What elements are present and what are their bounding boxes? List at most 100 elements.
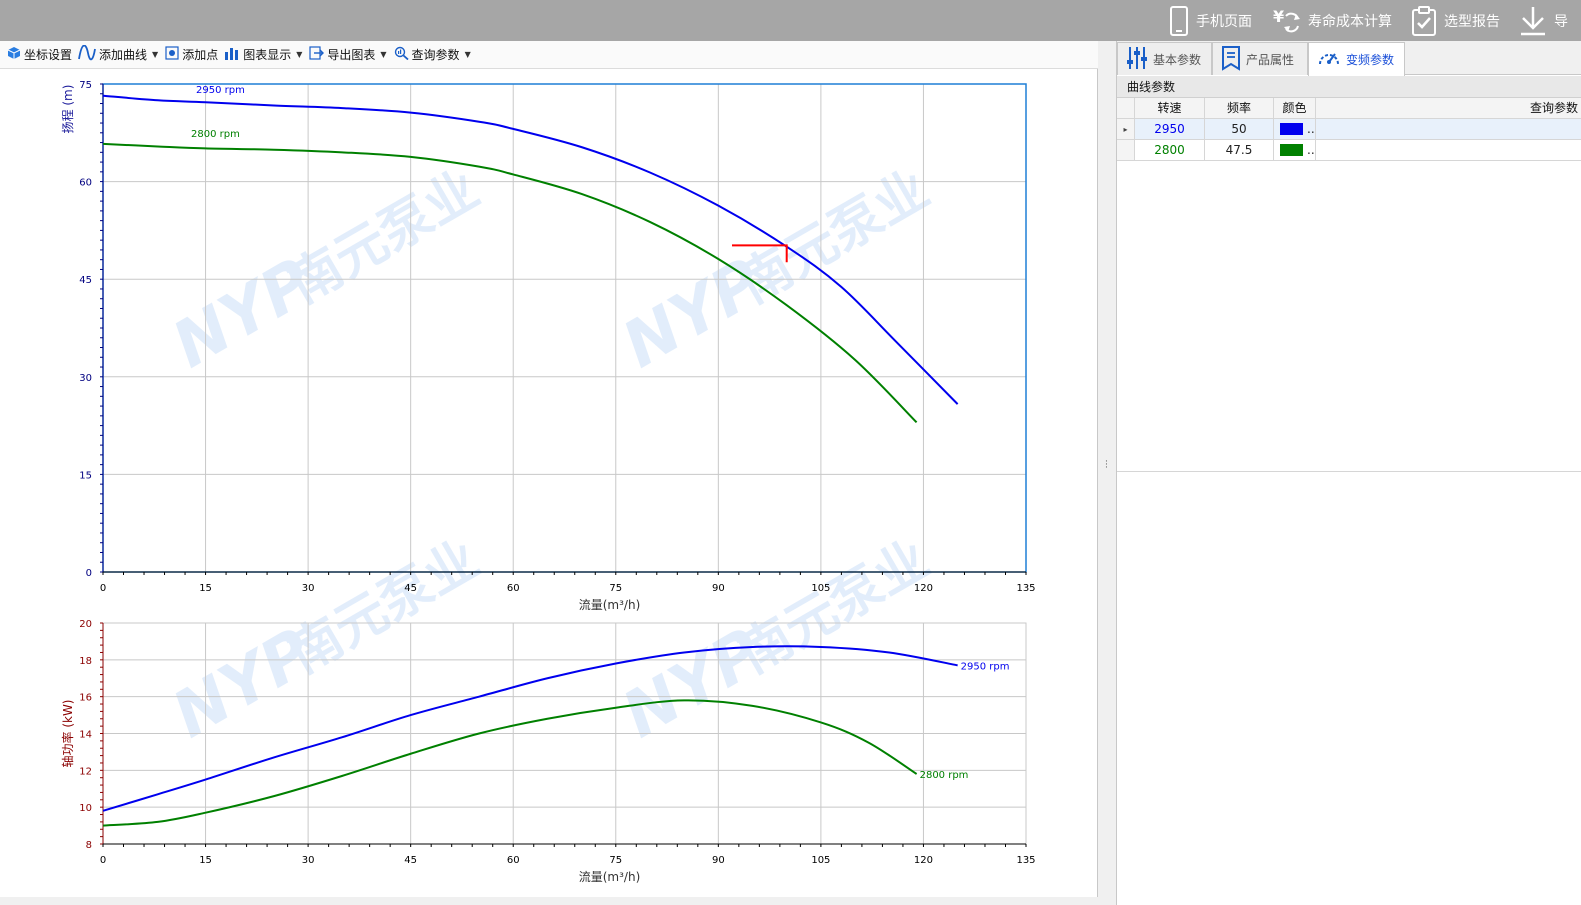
y-tick-label: 15 xyxy=(79,470,92,481)
row-indicator xyxy=(1117,140,1135,161)
series-label: 2950 rpm xyxy=(196,85,245,96)
target-point-icon xyxy=(165,46,179,63)
sliders-icon xyxy=(1126,45,1148,74)
x-tick-label: 15 xyxy=(199,855,212,866)
curve-params-header: 曲线参数 xyxy=(1117,76,1581,98)
x-tick-label: 45 xyxy=(404,855,417,866)
cube-icon xyxy=(7,46,21,63)
x-tick-label: 60 xyxy=(507,583,520,594)
y-tick-label: 75 xyxy=(79,80,92,91)
series-label: 2800 rpm xyxy=(191,129,240,140)
series-label: 2950 rpm xyxy=(961,661,1010,672)
tab-basic-params-label: 基本参数 xyxy=(1153,52,1202,67)
tab-product-attrs-label: 产品属性 xyxy=(1246,52,1295,67)
table-row[interactable]: ▸ 2950 50.. xyxy=(1117,119,1581,140)
add-curve-dropdown-icon[interactable]: ▼ xyxy=(152,50,158,59)
selection-report-label: 选型报告 xyxy=(1444,13,1500,30)
x-tick-label: 75 xyxy=(609,583,622,594)
column-header: 频率 xyxy=(1205,98,1274,119)
watermark: NYP南元泵业 xyxy=(611,529,939,753)
selection-report-button[interactable]: 选型报告 xyxy=(1410,0,1500,41)
speed-gauge-icon xyxy=(1317,46,1341,73)
query-params-dropdown-icon[interactable]: ▼ xyxy=(465,50,471,59)
panel-divider xyxy=(1117,471,1581,472)
color-cell[interactable]: .. xyxy=(1274,119,1316,140)
clipboard-check-icon xyxy=(1410,5,1438,36)
column-header: 转速 xyxy=(1135,98,1205,119)
query-params-label: 查询参数 xyxy=(411,48,460,62)
axis-settings-button[interactable]: 坐标设置 xyxy=(4,44,75,66)
tab-vfd-params-label: 变频参数 xyxy=(1346,53,1395,67)
x-tick-label: 15 xyxy=(199,583,212,594)
add-curve-button[interactable]: 添加曲线 xyxy=(75,44,150,66)
mobile-page-label: 手机页面 xyxy=(1196,13,1252,30)
query-cell xyxy=(1316,140,1581,161)
bar-chart-icon xyxy=(224,46,240,63)
watermark-company: 南元泵业 xyxy=(729,529,939,685)
add-point-button[interactable]: 添加点 xyxy=(162,44,221,66)
magnifier-chart-icon xyxy=(394,46,409,63)
bookmark-doc-icon xyxy=(1221,45,1241,74)
y-axis-label: 扬程 (m) xyxy=(60,85,75,134)
tab-strip: 基本参数 产品属性 变频参数 xyxy=(1117,41,1581,76)
export-button[interactable]: 导 xyxy=(1518,0,1568,41)
curve-icon xyxy=(78,44,96,64)
y-tick-label: 8 xyxy=(86,840,92,851)
x-tick-label: 90 xyxy=(712,583,725,594)
y-tick-label: 0 xyxy=(86,568,92,579)
life-cost-label: 寿命成本计算 xyxy=(1308,13,1392,30)
x-tick-label: 90 xyxy=(712,855,725,866)
mobile-page-button[interactable]: 手机页面 xyxy=(1168,0,1252,41)
query-params-button[interactable]: 查询参数 xyxy=(391,44,463,66)
row-header-corner xyxy=(1117,98,1135,119)
color-picker-ellipsis[interactable]: .. xyxy=(1307,119,1315,139)
table-row[interactable]: 2800 47.5.. xyxy=(1117,140,1581,161)
query-cell xyxy=(1316,119,1581,140)
series-label: 2800 rpm xyxy=(920,770,969,781)
tab-vfd-params[interactable]: 变频参数 xyxy=(1308,42,1405,76)
column-header: 颜色 xyxy=(1274,98,1316,119)
column-header: 查询参数 xyxy=(1316,98,1581,119)
export-chart-dropdown-icon[interactable]: ▼ xyxy=(380,50,386,59)
color-picker-ellipsis[interactable]: .. xyxy=(1307,140,1315,160)
chart-panel: NYP 南元泵业 NYP 南元泵业 NYP 南元泵业 NYP 南元泵业 0 15 30 45 60 75 0… xyxy=(0,69,1098,897)
chart-display-dropdown-icon[interactable]: ▼ xyxy=(296,50,302,59)
power-chart: 8 10 12 14 16 18 20 0 15 30 45 60 75 90 105 120 135 流量(m³… xyxy=(60,619,1036,884)
color-swatch[interactable] xyxy=(1280,123,1303,135)
x-tick-label: 30 xyxy=(302,583,315,594)
color-swatch[interactable] xyxy=(1280,144,1303,156)
add-curve-label: 添加曲线 xyxy=(99,48,148,62)
watermark-company: 南元泵业 xyxy=(279,529,489,685)
export-label: 导 xyxy=(1554,13,1568,30)
download-icon xyxy=(1518,5,1548,37)
y-tick-label: 12 xyxy=(79,766,92,777)
yuan-cost-icon: ¥ xyxy=(1272,6,1302,36)
x-tick-label: 0 xyxy=(100,855,106,866)
x-tick-label: 60 xyxy=(507,855,520,866)
chart-display-button[interactable]: 图表显示 xyxy=(221,44,294,66)
watermark: NYP南元泵业 xyxy=(611,159,939,383)
y-tick-label: 45 xyxy=(79,275,92,286)
panel-splitter[interactable]: · · · xyxy=(1098,41,1116,905)
color-cell[interactable]: .. xyxy=(1274,140,1316,161)
watermark: NYP南元泵业 xyxy=(161,159,489,383)
x-axis-label: 流量(m³/h) xyxy=(579,870,641,884)
chart-display-label: 图表显示 xyxy=(243,48,292,62)
x-tick-label: 105 xyxy=(811,855,830,866)
export-arrow-icon xyxy=(309,46,325,63)
tab-basic-params[interactable]: 基本参数 xyxy=(1117,42,1212,75)
export-chart-button[interactable]: 导出图表 xyxy=(306,44,378,66)
tab-product-attrs[interactable]: 产品属性 xyxy=(1212,42,1308,75)
pump-curve-charts: NYP南元泵业 NYP南元泵业 NYP南元泵业 NYP南元泵业 0 15 30 45 60 75 0… xyxy=(60,80,1036,884)
export-chart-label: 导出图表 xyxy=(327,48,376,62)
axis-settings-label: 坐标设置 xyxy=(24,48,73,62)
x-tick-label: 45 xyxy=(404,583,417,594)
add-point-label: 添加点 xyxy=(182,48,219,62)
x-tick-label: 120 xyxy=(914,583,933,594)
svg-text:¥: ¥ xyxy=(1273,7,1284,26)
y-tick-label: 16 xyxy=(79,693,92,704)
speed-cell: 2800 xyxy=(1135,140,1205,161)
life-cost-button[interactable]: ¥ 寿命成本计算 xyxy=(1272,0,1392,41)
y-tick-label: 18 xyxy=(79,656,92,667)
x-tick-label: 135 xyxy=(1016,855,1035,866)
